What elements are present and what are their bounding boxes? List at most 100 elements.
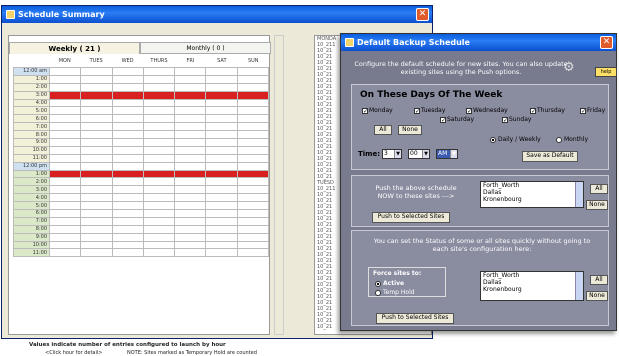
hour-cell[interactable] [142,74,176,84]
hour-cell[interactable] [48,240,82,250]
hour-cell[interactable] [205,232,238,242]
hour-cell[interactable] [174,90,207,100]
hour-select[interactable]: 3 ▼ [382,149,402,159]
backup-title-bar[interactable]: Default Backup Schedule [341,34,616,51]
hour-cell[interactable] [80,161,113,171]
hour-cell[interactable] [48,90,82,100]
hour-cell[interactable] [142,248,176,258]
hour-cell[interactable] [236,98,270,108]
hour-cell[interactable] [48,193,82,203]
hour-label[interactable]: 1:00 [13,169,50,179]
hour-cell[interactable] [142,161,176,171]
tab-weekly[interactable]: Weekly ( 21 ) [9,42,140,54]
hour-cell[interactable] [236,82,270,92]
hour-cell[interactable] [142,169,176,179]
hour-cell[interactable] [80,193,113,203]
table-row[interactable]: 5:00 [13,201,270,211]
hour-cell[interactable] [205,145,238,155]
hour-cell[interactable] [48,98,82,108]
hour-cell[interactable] [205,248,238,258]
tab-monthly[interactable]: Monthly ( 0 ) [140,42,271,54]
hour-cell[interactable] [236,169,270,179]
hour-cell[interactable] [142,145,176,155]
hour-cell[interactable] [111,161,144,171]
hour-cell[interactable] [142,177,176,187]
hour-cell[interactable] [174,82,207,92]
hour-cell[interactable] [236,153,270,163]
hour-cell[interactable] [80,177,113,187]
hour-label[interactable]: 12:00 am [13,67,50,76]
hour-cell[interactable] [205,122,238,132]
hour-cell[interactable] [174,130,207,140]
freq-daily-radio[interactable]: Daily / Weekly [490,136,541,143]
hour-label[interactable]: 8:00 [13,130,50,140]
hour-cell[interactable] [111,106,144,116]
list-item[interactable]: Forth_Worth [483,182,583,189]
hour-label[interactable]: 5:00 [13,201,50,211]
hour-cell[interactable] [174,145,207,155]
table-row[interactable]: 4:00 [13,193,270,203]
hour-cell[interactable] [236,114,270,124]
hour-cell[interactable] [80,145,113,155]
hour-cell[interactable] [142,153,176,163]
hour-cell[interactable] [48,106,82,116]
hour-cell[interactable] [205,138,238,147]
day-saturday[interactable]: ✓Saturday [440,116,474,123]
table-row[interactable]: 11:00 [13,248,270,258]
hour-label[interactable]: 1:00 [13,74,50,84]
table-row[interactable]: 12:00 am [13,67,270,76]
hour-cell[interactable] [80,248,113,258]
hour-cell[interactable] [142,130,176,140]
hour-cell[interactable] [174,193,207,203]
hour-cell[interactable] [111,232,144,242]
hour-cell[interactable] [205,201,238,211]
hour-cell[interactable] [111,177,144,187]
hour-cell[interactable] [236,209,270,218]
hour-cell[interactable] [111,216,144,226]
hour-cell[interactable] [236,90,270,100]
table-row[interactable]: 6:00 [13,114,270,124]
hour-cell[interactable] [48,185,82,195]
all-sites-button-1[interactable]: All [590,184,608,194]
hour-cell[interactable] [236,232,270,242]
hour-cell[interactable] [174,169,207,179]
hour-cell[interactable] [236,106,270,116]
hour-cell[interactable] [174,138,207,147]
hour-cell[interactable] [205,153,238,163]
hour-cell[interactable] [142,201,176,211]
hour-cell[interactable] [205,185,238,195]
hour-cell[interactable] [174,248,207,258]
hour-cell[interactable] [80,122,113,132]
hour-cell[interactable] [48,224,82,234]
hour-cell[interactable] [205,106,238,116]
hour-cell[interactable] [111,169,144,179]
hour-cell[interactable] [174,209,207,218]
hour-cell[interactable] [174,114,207,124]
hour-cell[interactable] [236,67,270,76]
help-button[interactable]: help [595,67,617,77]
hour-cell[interactable] [205,67,238,76]
hour-label[interactable]: 4:00 [13,193,50,203]
hour-cell[interactable] [80,90,113,100]
hour-cell[interactable] [111,98,144,108]
hour-cell[interactable] [48,122,82,132]
hour-cell[interactable] [142,232,176,242]
hour-label[interactable]: 2:00 [13,177,50,187]
hour-cell[interactable] [111,224,144,234]
hour-cell[interactable] [142,138,176,147]
hour-cell[interactable] [111,209,144,218]
hour-cell[interactable] [80,224,113,234]
hour-cell[interactable] [174,201,207,211]
table-row[interactable]: 8:00 [13,224,270,234]
hour-label[interactable]: 5:00 [13,106,50,116]
hour-cell[interactable] [205,130,238,140]
list-item[interactable]: Dallas [483,279,583,286]
hour-cell[interactable] [111,122,144,132]
hour-cell[interactable] [174,122,207,132]
hour-label[interactable]: 9:00 [13,138,50,147]
hour-cell[interactable] [48,82,82,92]
hour-cell[interactable] [80,169,113,179]
table-row[interactable]: 5:00 [13,106,270,116]
hour-cell[interactable] [236,240,270,250]
hour-cell[interactable] [236,216,270,226]
